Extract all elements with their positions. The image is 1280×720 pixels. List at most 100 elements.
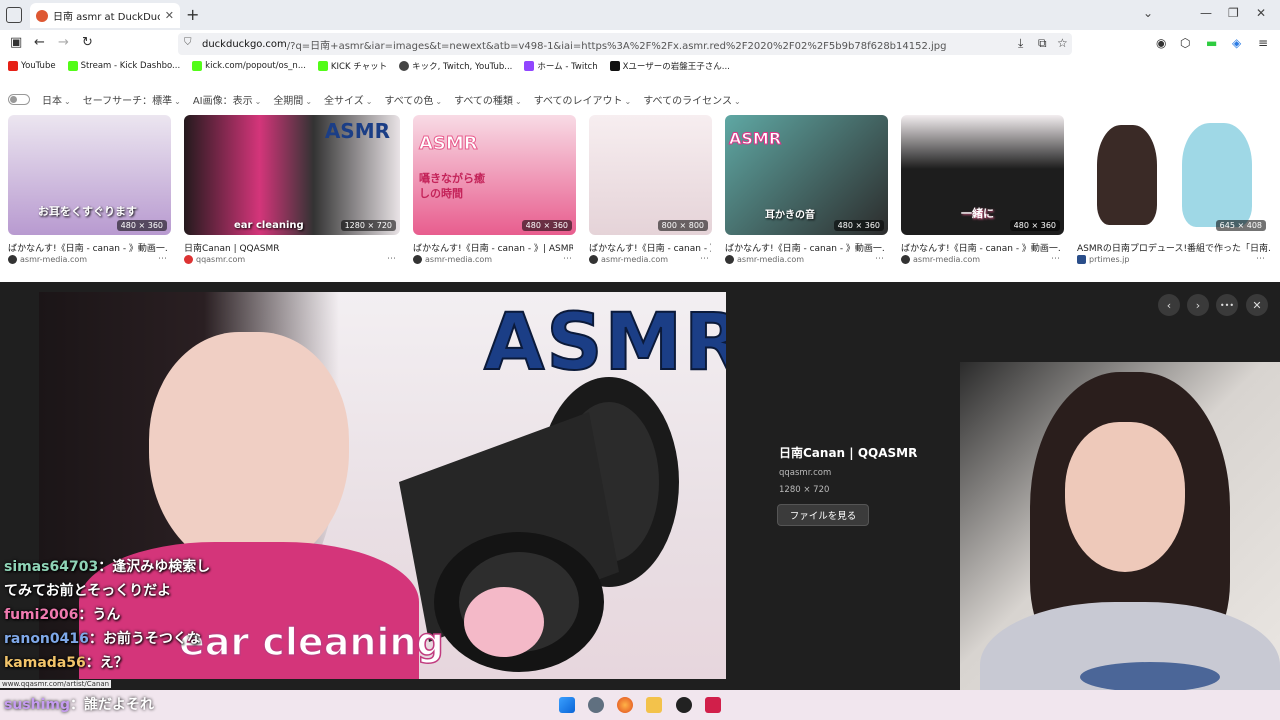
- preview-dimensions: 1280 × 720: [779, 485, 830, 495]
- result-thumbnail[interactable]: お耳をくすぐります 480 × 360: [8, 115, 171, 235]
- next-image-button[interactable]: ›: [1187, 294, 1209, 316]
- region-toggle[interactable]: [8, 93, 30, 105]
- sidebar-icon[interactable]: ▣: [10, 35, 22, 50]
- prev-image-button[interactable]: ‹: [1158, 294, 1180, 316]
- bookmark-kick-popout[interactable]: kick.com/popout/os_n...: [192, 61, 306, 71]
- result-source[interactable]: asmr-media.com: [589, 255, 668, 264]
- image-dimensions: 480 × 360: [833, 220, 884, 231]
- result-more-icon[interactable]: ⋯: [563, 254, 572, 264]
- face-shape: [149, 332, 349, 572]
- result-caption[interactable]: ばかなんす!《日南 - canan - 》動画一...: [901, 241, 1061, 254]
- filter-size[interactable]: 全サイズ ⌄: [324, 92, 372, 107]
- preview-host[interactable]: qqasmr.com: [779, 468, 831, 478]
- chat-text: ：お前うそつくな: [88, 631, 201, 647]
- bookmark-kick-chat[interactable]: KICK チャット: [317, 60, 387, 72]
- result-thumbnail[interactable]: 800 × 800: [589, 115, 712, 235]
- bookmark-multi[interactable]: キック, Twitch, YouTub...: [399, 60, 512, 72]
- shield-icon[interactable]: ⛉: [184, 37, 192, 48]
- minimize-icon[interactable]: —: [1200, 6, 1212, 20]
- result-source[interactable]: asmr-media.com: [8, 255, 87, 264]
- chat-username: fumi2006: [4, 607, 79, 623]
- result-source[interactable]: qqasmr.com: [184, 255, 245, 264]
- result-thumbnail[interactable]: ASMR 耳かきの音 480 × 360: [725, 115, 888, 235]
- windows-start-icon[interactable]: [559, 697, 575, 713]
- extension-green-icon[interactable]: ▬: [1206, 36, 1217, 50]
- site-icon: [725, 255, 734, 264]
- chevron-down-icon: ⌄: [174, 96, 181, 106]
- chat-message: kamada56：え？: [4, 651, 210, 675]
- extensions-icon[interactable]: ⬡: [1180, 36, 1190, 50]
- preview-title[interactable]: 日南Canan | QQASMR: [779, 444, 917, 461]
- account-icon[interactable]: ◉: [1156, 36, 1166, 50]
- filter-license[interactable]: すべてのライセンス ⌄: [643, 92, 740, 107]
- image-dimensions: 800 × 800: [657, 220, 708, 231]
- filter-safesearch[interactable]: セーフサーチ：標準 ⌄: [83, 92, 181, 107]
- result-thumbnail[interactable]: ASMR 囁きながら癒しの時間 480 × 360: [413, 115, 576, 235]
- site-icon: [413, 255, 422, 264]
- forward-icon[interactable]: →: [58, 35, 69, 50]
- view-file-button[interactable]: ファイルを見る: [777, 504, 869, 526]
- filter-bar: 日本 ⌄ セーフサーチ：標準 ⌄ AI画像：表示 ⌄ 全期間 ⌄ 全サイズ ⌄ すべての色…: [0, 90, 1280, 108]
- tab-list-icon[interactable]: [6, 7, 22, 23]
- filter-period[interactable]: 全期間 ⌄: [273, 92, 312, 107]
- app-red-icon[interactable]: [705, 697, 721, 713]
- tab-close-icon[interactable]: ✕: [165, 9, 174, 22]
- bookmark-youtube[interactable]: YouTube: [8, 61, 56, 71]
- image-dimensions: 480 × 360: [521, 220, 572, 231]
- filter-layout[interactable]: すべてのレイアウト ⌄: [534, 92, 632, 107]
- result-source[interactable]: asmr-media.com: [413, 255, 492, 264]
- result-source[interactable]: asmr-media.com: [901, 255, 980, 264]
- firefox-icon[interactable]: [617, 697, 633, 713]
- result-caption[interactable]: ASMRの日南プロデュース!番組で作った「日南...: [1077, 241, 1270, 254]
- kick-icon: [192, 61, 203, 71]
- bookmark-star-icon[interactable]: ☆: [1057, 36, 1068, 50]
- menu-icon[interactable]: ≡: [1258, 36, 1268, 50]
- url-bar[interactable]: ⛉ duckduckgo.com/?q=日南+asmr&iar=images&t…: [178, 33, 1072, 55]
- result-thumbnail[interactable]: 645 × 408: [1077, 115, 1270, 235]
- back-icon[interactable]: ←: [34, 35, 45, 50]
- result-caption[interactable]: ばかなんす!《日南 - canan - 》動画一...: [8, 241, 168, 254]
- result-more-icon[interactable]: ⋯: [387, 254, 396, 264]
- result-more-icon[interactable]: ⋯: [1051, 254, 1060, 264]
- obs-icon[interactable]: [676, 697, 692, 713]
- result-more-icon[interactable]: ⋯: [875, 254, 884, 264]
- filter-region[interactable]: 日本 ⌄: [42, 92, 71, 107]
- result-more-icon[interactable]: ⋯: [158, 254, 167, 264]
- filter-color[interactable]: すべての色 ⌄: [384, 92, 442, 107]
- bookmark-twitch[interactable]: ホーム - Twitch: [524, 60, 598, 72]
- tab-title: 日南 asmr at DuckDuckGo: [53, 12, 160, 23]
- more-options-button[interactable]: •••: [1216, 294, 1238, 316]
- settings-gear-icon[interactable]: [588, 697, 604, 713]
- filter-type[interactable]: すべての種類 ⌄: [454, 92, 522, 107]
- chevron-down-icon: ⌄: [64, 96, 71, 106]
- streamer-face: [1065, 422, 1185, 572]
- tab-overflow-icon[interactable]: ⌄: [1143, 6, 1153, 20]
- filter-ai-images[interactable]: AI画像：表示 ⌄: [193, 92, 262, 107]
- bookmark-x[interactable]: Xユーザーの岩盤王子さん...: [609, 60, 730, 72]
- result-caption[interactable]: 日南Canan | QQASMR: [184, 241, 384, 254]
- result-caption[interactable]: ばかなんす!《日南 - canan - 》動画一...: [725, 241, 885, 254]
- new-tab-icon[interactable]: +: [186, 5, 199, 24]
- x-icon: [609, 61, 620, 71]
- twitch-icon: [524, 61, 535, 71]
- result-source[interactable]: prtimes.jp: [1077, 255, 1129, 264]
- translate-icon[interactable]: ⧉: [1038, 36, 1047, 51]
- result-caption[interactable]: ばかなんす!《日南 - canan - 》動画一...: [589, 241, 711, 254]
- result-thumbnail[interactable]: 一緒に 480 × 360: [901, 115, 1064, 235]
- taskbar: sushimg：誰だよそれ: [0, 690, 1280, 720]
- chat-text: ：え？: [85, 655, 128, 671]
- extension-blue-icon[interactable]: ◈: [1232, 36, 1241, 50]
- tab-active[interactable]: 日南 asmr at DuckDuckGo ✕: [30, 3, 180, 28]
- result-more-icon[interactable]: ⋯: [1256, 254, 1265, 264]
- result-caption[interactable]: ばかなんす!《日南 - canan - 》| ASMR...: [413, 241, 573, 254]
- download-icon[interactable]: ⤓: [1018, 36, 1023, 51]
- result-more-icon[interactable]: ⋯: [700, 254, 709, 264]
- bookmark-kick-dashboard[interactable]: Stream - Kick Dashbo...: [67, 61, 180, 71]
- close-window-icon[interactable]: ✕: [1256, 6, 1266, 20]
- restore-icon[interactable]: ❐: [1228, 6, 1239, 20]
- close-preview-button[interactable]: ✕: [1246, 294, 1268, 316]
- file-explorer-icon[interactable]: [646, 697, 662, 713]
- result-thumbnail[interactable]: ASMR ear cleaning 1280 × 720: [184, 115, 400, 235]
- result-source[interactable]: asmr-media.com: [725, 255, 804, 264]
- reload-icon[interactable]: ↻: [82, 35, 93, 50]
